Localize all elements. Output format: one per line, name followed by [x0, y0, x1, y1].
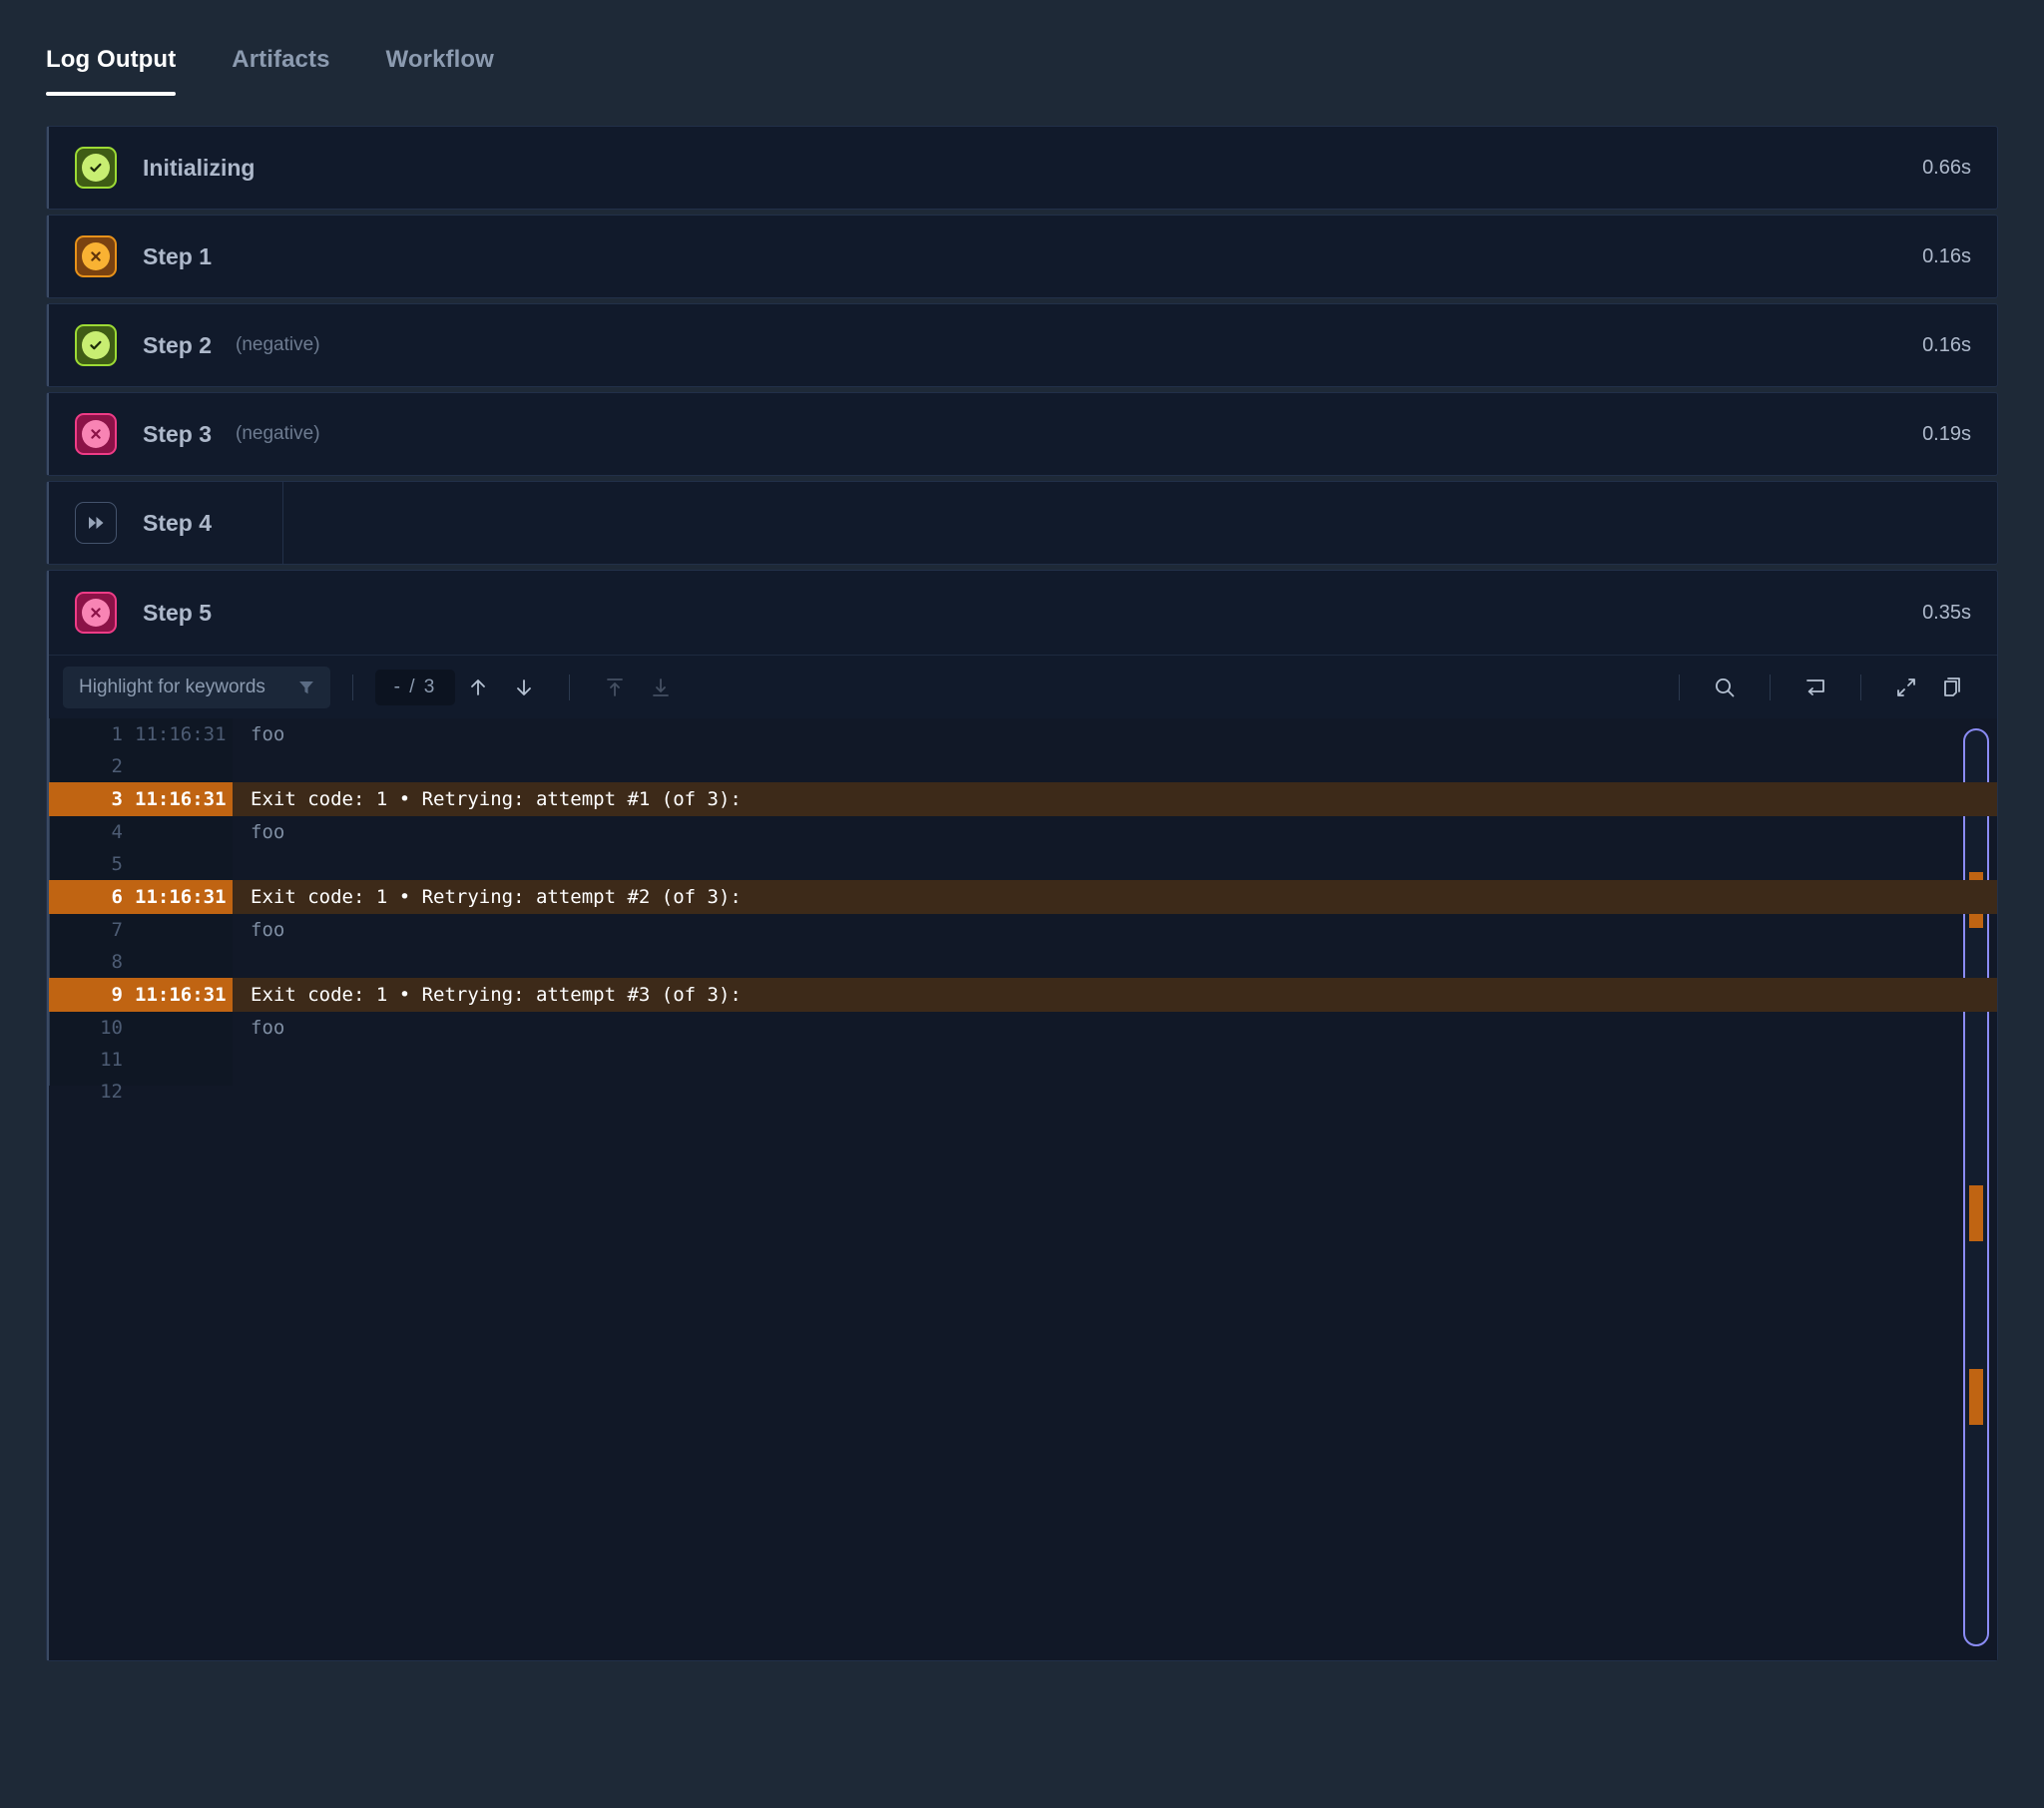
step-duration: 0.19s	[1922, 422, 1971, 445]
minimap-marker	[1969, 1185, 1983, 1241]
log-line-number: 4	[111, 821, 123, 843]
step-divider	[282, 482, 283, 564]
log-line: 7 foo	[47, 914, 1997, 946]
log-line-highlighted: 3 11:16:31 Exit code: 1 • Retrying: atte…	[47, 782, 1997, 816]
log-line-number: 8	[111, 951, 123, 973]
log-line: 10 foo	[47, 1012, 1997, 1044]
step-row-step-4[interactable]: Step 4	[46, 481, 1998, 565]
log-line: 1 11:16:31 foo	[47, 718, 1997, 750]
step-row-step-5[interactable]: Step 5 0.35s	[47, 571, 1997, 655]
expand-icon[interactable]	[1883, 667, 1929, 708]
tab-log-output[interactable]: Log Output	[46, 46, 177, 96]
status-success-icon	[75, 147, 117, 189]
step-row-step-2[interactable]: Step 2 (negative) 0.16s	[46, 303, 1998, 387]
toolbar-separator	[1770, 674, 1771, 700]
tab-label: Artifacts	[232, 46, 330, 73]
step-row-initializing[interactable]: Initializing 0.66s	[46, 126, 1998, 210]
log-line-highlighted: 9 11:16:31 Exit code: 1 • Retrying: atte…	[47, 978, 1997, 1012]
log-line-number: 10	[100, 1017, 123, 1039]
step-duration: 0.66s	[1922, 156, 1971, 179]
steps-list: Initializing 0.66s Step 1 0.16s Step 2 (…	[46, 126, 1998, 1661]
scroll-to-bottom-icon[interactable]	[638, 667, 684, 708]
log-text: foo	[251, 919, 285, 941]
log-text: foo	[251, 821, 285, 843]
status-warning-icon	[75, 235, 117, 277]
toolbar-separator	[352, 674, 353, 700]
log-line: 11	[47, 1044, 1997, 1076]
step-row-step-1[interactable]: Step 1 0.16s	[46, 215, 1998, 298]
log-line: 4 foo	[47, 816, 1997, 848]
tab-label: Log Output	[46, 46, 177, 73]
log-timestamp: 11:16:31	[135, 723, 227, 745]
step-name: Step 4	[143, 509, 213, 536]
keyword-highlight-input[interactable]: Highlight for keywords	[63, 666, 330, 708]
log-line-number: 5	[111, 853, 123, 875]
log-text: Exit code: 1 • Retrying: attempt #2 (of …	[233, 880, 1997, 914]
search-icon[interactable]	[1702, 667, 1748, 708]
status-failure-icon	[75, 592, 117, 634]
log-timestamp: 11:16:31	[135, 782, 233, 816]
log-line-number: 1	[111, 723, 123, 745]
log-timestamp: 11:16:31	[135, 978, 233, 1012]
log-text: Exit code: 1 • Retrying: attempt #3 (of …	[233, 978, 1997, 1012]
log-line: 5	[47, 848, 1997, 880]
step-name: Step 2	[143, 331, 213, 358]
match-counter: - / 3	[375, 669, 455, 705]
log-text: foo	[251, 1017, 285, 1039]
step-row-step-3[interactable]: Step 3 (negative) 0.19s	[46, 392, 1998, 476]
log-line: 8	[47, 946, 1997, 978]
tab-workflow[interactable]: Workflow	[386, 46, 494, 96]
step-duration: 0.16s	[1922, 333, 1971, 356]
log-line-number: 9	[47, 978, 135, 1012]
step-panel-step-5: Step 5 0.35s Highlight for keywords - / …	[46, 570, 1998, 1661]
toolbar-separator	[1679, 674, 1680, 700]
log-text: foo	[251, 723, 285, 745]
step-name: Initializing	[143, 154, 256, 181]
minimap-marker	[1969, 1369, 1983, 1425]
step-duration: 0.35s	[1922, 601, 1971, 624]
word-wrap-icon[interactable]	[1792, 667, 1838, 708]
log-line-number: 11	[100, 1049, 123, 1071]
log-line-number: 2	[111, 755, 123, 777]
toolbar-separator	[1860, 674, 1861, 700]
step-name: Step 1	[143, 242, 213, 269]
log-body[interactable]: 1 11:16:31 foo 2 3 11:16:31 Exit code: 1…	[47, 718, 1997, 1660]
log-toolbar: Highlight for keywords - / 3	[47, 655, 1997, 718]
log-line-highlighted: 6 11:16:31 Exit code: 1 • Retrying: atte…	[47, 880, 1997, 914]
log-line-number: 6	[47, 880, 135, 914]
filter-icon[interactable]	[296, 678, 316, 697]
tab-label: Workflow	[385, 46, 494, 73]
step-name: Step 5	[143, 599, 213, 626]
log-line: 2	[47, 750, 1997, 782]
log-line-number: 12	[100, 1081, 123, 1103]
next-match-button[interactable]	[501, 667, 547, 708]
scroll-to-top-icon[interactable]	[592, 667, 638, 708]
tab-artifacts[interactable]: Artifacts	[232, 46, 329, 96]
tab-bar: Log Output Artifacts Workflow	[0, 0, 2044, 96]
toolbar-separator	[569, 674, 570, 700]
keyword-highlight-label: Highlight for keywords	[79, 676, 265, 697]
status-skipped-icon	[75, 502, 117, 544]
copy-icon[interactable]	[1929, 667, 1975, 708]
step-duration: 0.16s	[1922, 244, 1971, 267]
step-note: (negative)	[236, 423, 320, 444]
log-line: 12	[47, 1076, 1997, 1108]
log-line-number: 3	[47, 782, 135, 816]
status-success-icon	[75, 324, 117, 366]
step-note: (negative)	[236, 334, 320, 355]
status-failure-icon	[75, 413, 117, 455]
step-name: Step 3	[143, 420, 213, 447]
log-text: Exit code: 1 • Retrying: attempt #1 (of …	[233, 782, 1997, 816]
log-timestamp: 11:16:31	[135, 880, 233, 914]
log-line-number: 7	[111, 919, 123, 941]
prev-match-button[interactable]	[455, 667, 501, 708]
